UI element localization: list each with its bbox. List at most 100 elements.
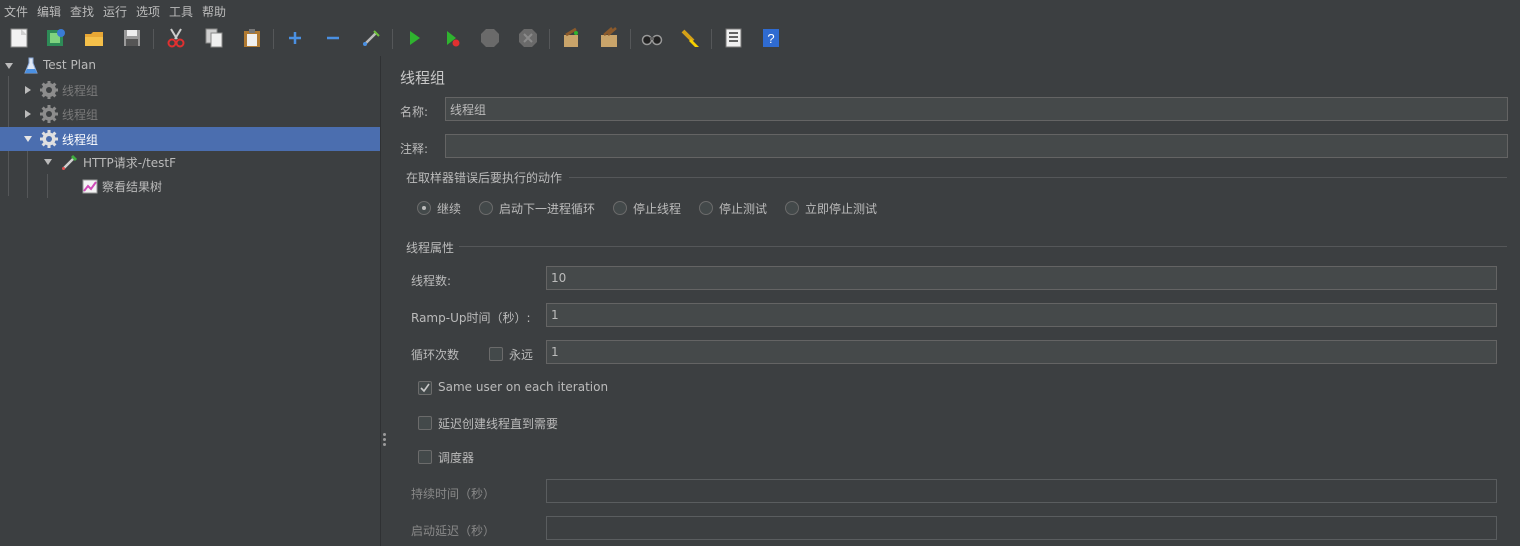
menu-search[interactable]: 查找 [70,3,94,20]
gear-icon [40,81,58,99]
rampup-field[interactable] [546,303,1497,327]
search-icon[interactable] [641,27,663,49]
menu-options[interactable]: 选项 [136,3,160,20]
test-plan-tree: Test Plan 线程组 线程组 线程组 HTTP请求-/testF 察看结果… [0,56,380,546]
toolbar-separator [273,29,274,49]
copy-icon[interactable] [203,27,225,49]
radio-stop-thread-label: 停止线程 [633,202,682,216]
comment-label: 注释: [400,142,429,156]
tree-item-thread-group-2[interactable]: 线程组 [0,102,380,126]
loop-count-field[interactable] [546,340,1497,364]
radio-start-next-loop[interactable] [479,201,493,215]
radio-stop-thread[interactable] [613,201,627,215]
name-field[interactable] [445,97,1508,121]
templates-icon[interactable] [45,27,67,49]
clear-all-icon[interactable] [598,27,620,49]
chevron-down-icon[interactable] [43,157,53,167]
radio-continue-label: 继续 [437,202,462,216]
tree-item-label: 线程组 [62,84,99,98]
menu-tools[interactable]: 工具 [169,3,193,20]
section-divider [459,246,1507,247]
duration-field[interactable] [546,479,1497,503]
chevron-down-icon[interactable] [4,61,14,71]
tree-item-label: Test Plan [43,58,96,72]
threads-label: 线程数: [411,274,452,288]
rampup-label: Ramp-Up时间（秒）: [411,311,531,325]
tree-item-thread-group-3[interactable]: 线程组 [0,127,380,151]
error-action-section-title: 在取样器错误后要执行的动作 [406,171,563,185]
flask-icon [24,57,38,74]
svg-text:?: ? [767,31,774,46]
menu-file[interactable]: 文件 [4,3,28,20]
collapse-icon[interactable] [322,27,344,49]
divider-grip [383,438,386,441]
radio-start-next-loop-label: 启动下一进程循环 [499,202,596,216]
same-user-checkbox[interactable] [418,381,432,395]
toolbar-separator [630,29,631,49]
tree-item-view-results-tree[interactable]: 察看结果树 [0,174,380,198]
menu-run[interactable]: 运行 [103,3,127,20]
thread-properties-section-title: 线程属性 [406,241,455,255]
forever-checkbox[interactable] [489,347,503,361]
new-icon[interactable] [8,27,30,49]
chevron-down-icon[interactable] [23,134,33,144]
menu-help[interactable]: 帮助 [202,3,226,20]
open-icon[interactable] [83,27,105,49]
toolbar-separator [153,29,154,49]
clear-icon[interactable] [560,27,582,49]
start-no-pauses-icon[interactable] [441,27,463,49]
pipette-icon [62,154,78,170]
help-icon[interactable]: ? [760,27,782,49]
start-icon[interactable] [403,27,425,49]
scheduler-label: 调度器 [438,451,475,465]
tree-item-test-plan[interactable]: Test Plan [0,54,380,78]
menu-edit[interactable]: 编辑 [37,3,61,20]
radio-stop-test-now[interactable] [785,201,799,215]
delay-thread-creation-checkbox[interactable] [418,416,432,430]
tree-item-label: HTTP请求-/testF [83,156,177,170]
panel-title: 线程组 [400,69,446,87]
gear-icon [40,130,58,148]
radio-stop-test-label: 停止测试 [719,202,768,216]
delay-thread-creation-label: 延迟创建线程直到需要 [438,417,559,431]
startup-delay-label: 启动延迟（秒） [411,524,496,538]
toolbar: ? [0,22,1520,56]
scheduler-checkbox[interactable] [418,450,432,464]
save-icon[interactable] [121,27,143,49]
menu-bar: 文件 编辑 查找 运行 选项 工具 帮助 [0,0,1520,22]
startup-delay-field[interactable] [546,516,1497,540]
tree-item-label: 线程组 [62,133,99,147]
threads-field[interactable] [546,266,1497,290]
thread-group-panel: 线程组 名称: 注释: 在取样器错误后要执行的动作 继续 启动下一进程循环 停止… [389,56,1520,546]
toolbar-separator [392,29,393,49]
function-helper-icon[interactable] [722,27,744,49]
expand-icon[interactable] [284,27,306,49]
chevron-right-icon[interactable] [23,109,33,119]
divider-grip [383,443,386,446]
cut-icon[interactable] [165,27,187,49]
name-label: 名称: [400,105,429,119]
chevron-right-icon[interactable] [23,85,33,95]
tree-item-label: 线程组 [62,108,99,122]
shutdown-icon[interactable] [517,27,539,49]
gear-icon [40,105,58,123]
duration-label: 持续时间（秒） [411,487,496,501]
toolbar-separator [549,29,550,49]
radio-continue[interactable] [417,201,431,215]
tree-item-http-request[interactable]: HTTP请求-/testF [0,150,380,174]
tree-item-label: 察看结果树 [102,180,163,194]
forever-label: 永远 [509,348,534,362]
chart-icon [82,179,98,194]
toggle-icon[interactable] [360,27,382,49]
radio-stop-test-now-label: 立即停止测试 [805,202,878,216]
section-divider [569,177,1507,178]
stop-icon[interactable] [479,27,501,49]
comment-field[interactable] [445,134,1508,158]
paste-icon[interactable] [241,27,263,49]
loop-count-label: 循环次数 [411,348,460,362]
split-pane-divider[interactable] [380,56,389,546]
tree-item-thread-group-1[interactable]: 线程组 [0,78,380,102]
reset-search-icon[interactable] [679,27,701,49]
radio-stop-test[interactable] [699,201,713,215]
checkmark-icon [420,383,430,393]
